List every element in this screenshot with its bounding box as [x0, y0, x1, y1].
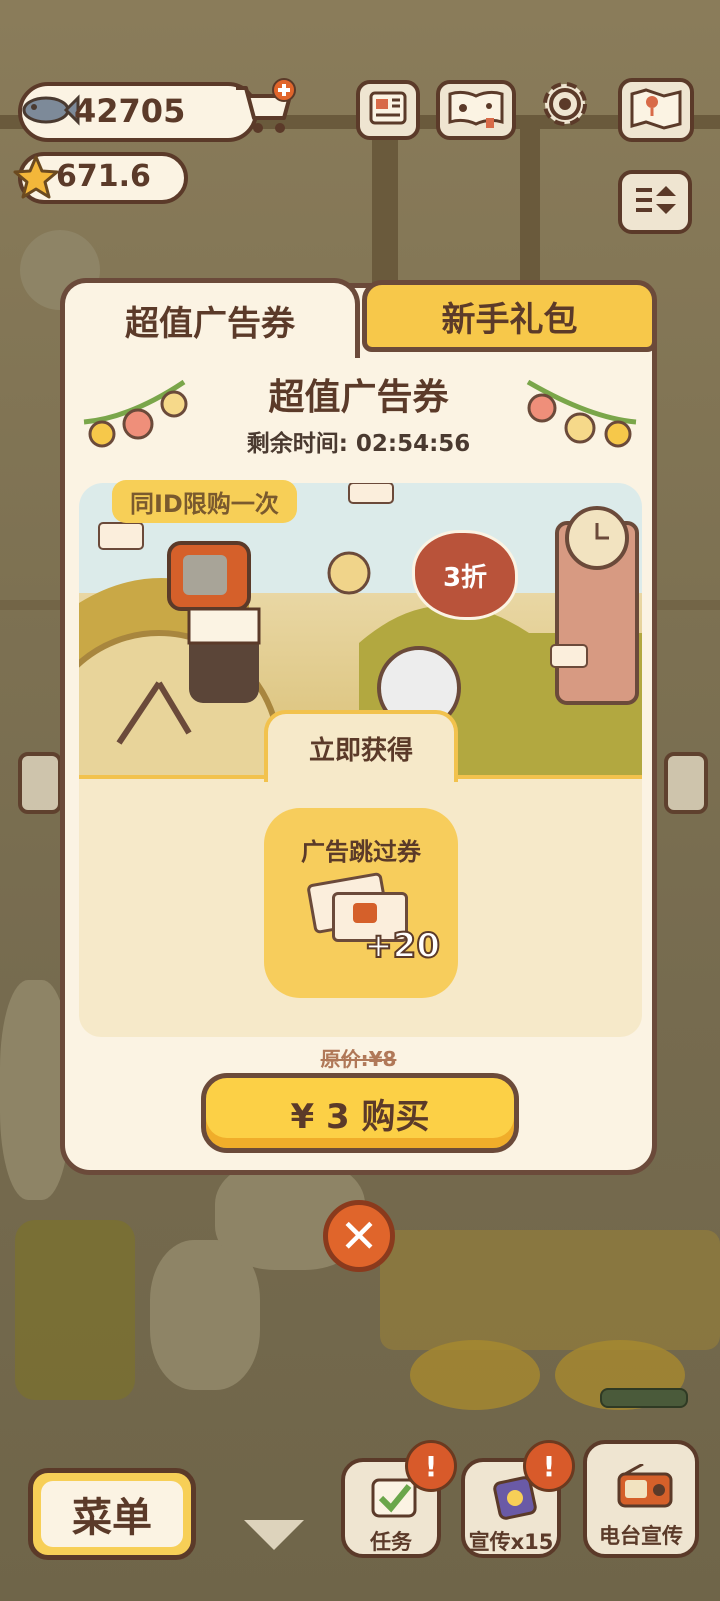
task-button[interactable]: 任务 !: [341, 1440, 457, 1558]
fish-icon: [20, 90, 80, 130]
paw-book-icon: [446, 88, 506, 132]
dialog-title: 超值广告券: [268, 377, 449, 418]
radio-promo-label: 电台宣传: [599, 1524, 683, 1548]
gear-icon: [536, 76, 594, 136]
discount-text: 3折: [442, 562, 488, 593]
menu-label: 菜单: [72, 1495, 152, 1541]
radio-promo-button[interactable]: 电台宣传: [583, 1440, 699, 1558]
tab-ad-voucher[interactable]: 超值广告券: [60, 278, 360, 358]
star-count: 671.6: [56, 159, 151, 194]
notification-badge: !: [405, 1440, 457, 1492]
discount-badge: 3折: [412, 530, 518, 620]
sort-toggle-button[interactable]: [618, 170, 692, 234]
purchase-limit-tag: 同ID限购一次: [112, 480, 297, 523]
map-icon: [628, 86, 684, 134]
map-button[interactable]: [618, 78, 694, 142]
task-label: 任务: [370, 1530, 412, 1554]
collapse-arrow[interactable]: [244, 1520, 304, 1550]
fish-counter: 42705: [18, 82, 258, 142]
buy-button[interactable]: ¥ 3 购买: [201, 1073, 519, 1153]
scene-right-arrow[interactable]: [664, 752, 708, 814]
radio-icon: [615, 1462, 675, 1514]
settings-button[interactable]: [536, 78, 594, 134]
paw-book-button[interactable]: [436, 80, 516, 140]
tab-label: 新手礼包: [441, 299, 578, 340]
newspaper-icon: [368, 90, 408, 130]
tab-label: 超值广告券: [125, 304, 295, 344]
reward-item-card[interactable]: 广告跳过券 +20: [264, 808, 458, 998]
reward-item-name: 广告跳过券: [301, 838, 421, 866]
sort-toggle-icon: [630, 180, 680, 224]
menu-button[interactable]: 菜单: [28, 1468, 196, 1560]
get-now-text: 立即获得: [308, 735, 413, 766]
newspaper-button[interactable]: [356, 80, 420, 140]
get-now-label: 立即获得: [264, 710, 458, 782]
reward-item-quantity: +20: [363, 925, 441, 967]
fish-count: 42705: [74, 92, 186, 130]
countdown-timer: 剩余时间: 02:54:56: [246, 431, 471, 457]
star-icon: [12, 154, 60, 206]
cart-add-button[interactable]: [232, 78, 298, 138]
promote-button[interactable]: 宣传x15 !: [461, 1440, 575, 1558]
promote-label: 宣传x15: [468, 1530, 554, 1554]
close-icon: ✕: [339, 1209, 379, 1263]
notification-badge: !: [523, 1440, 575, 1492]
tab-newbie-gift[interactable]: 新手礼包: [362, 280, 657, 352]
star-counter: 671.6: [13, 152, 188, 204]
buy-button-label: ¥ 3 购买: [290, 1096, 430, 1137]
close-button[interactable]: ✕: [323, 1200, 395, 1272]
original-price: 原价:¥8: [320, 1047, 397, 1071]
cart-add-icon: [232, 78, 298, 142]
scene-left-arrow[interactable]: [18, 752, 62, 814]
